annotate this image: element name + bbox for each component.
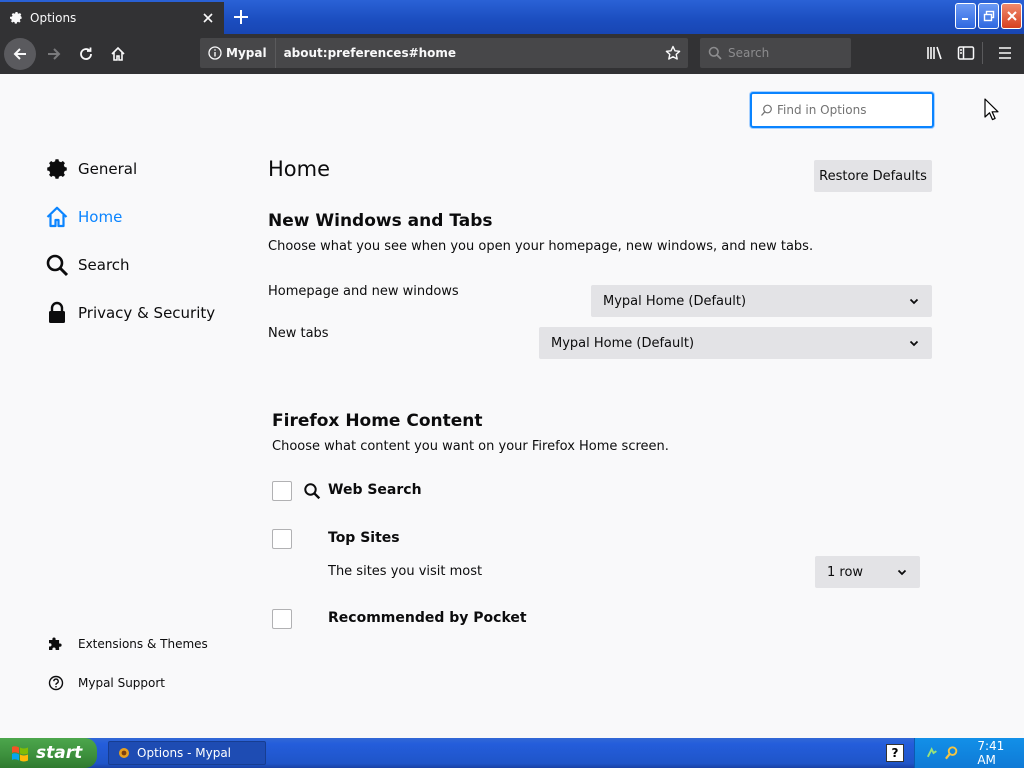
mypal-support-link[interactable]: Mypal Support — [46, 673, 165, 693]
minimize-button[interactable] — [955, 3, 976, 29]
windows-logo-icon — [12, 746, 28, 762]
search-bar[interactable]: Search — [700, 38, 851, 68]
new-tabs-select-value: Mypal Home (Default) — [551, 335, 695, 351]
category-search[interactable]: Search — [44, 250, 130, 280]
back-arrow-icon — [13, 48, 26, 60]
top-sites-description: The sites you visit most — [328, 564, 483, 579]
tab-strip: Options — [0, 0, 1024, 34]
pocket-checkbox[interactable] — [272, 609, 292, 629]
reload-icon — [80, 47, 92, 60]
taskbar-item-label: Options - Mypal — [137, 746, 232, 760]
find-in-options-input[interactable]: Find in Options — [750, 92, 934, 128]
hamburger-menu-icon — [999, 47, 1011, 59]
category-label: Privacy & Security — [78, 304, 216, 322]
chevron-down-icon — [909, 298, 919, 305]
restore-defaults-button[interactable]: Restore Defaults — [814, 160, 932, 192]
tab-title: Options — [30, 11, 77, 25]
library-icon — [927, 46, 942, 60]
mypal-app-icon — [119, 748, 129, 758]
help-circle-icon — [46, 673, 66, 693]
web-search-label[interactable]: Web Search — [328, 482, 422, 498]
mouse-cursor-icon — [984, 98, 999, 121]
category-general[interactable]: General — [44, 154, 137, 184]
help-icon[interactable]: ? — [886, 744, 904, 762]
category-home[interactable]: Home — [44, 202, 122, 232]
bookmark-star-button[interactable] — [658, 38, 688, 68]
plus-icon — [234, 10, 248, 24]
homepage-select-value: Mypal Home (Default) — [603, 293, 747, 309]
network-icon[interactable] — [925, 745, 940, 761]
category-label: General — [78, 160, 138, 178]
library-button[interactable] — [920, 38, 950, 68]
pocket-label[interactable]: Recommended by Pocket — [328, 610, 527, 626]
new-tabs-select[interactable]: Mypal Home (Default) — [539, 327, 932, 359]
category-privacy-security[interactable]: Privacy & Security — [44, 298, 215, 328]
gear-icon — [44, 156, 70, 182]
top-sites-rows-select[interactable]: 1 row — [815, 556, 920, 588]
home-content-heading: Firefox Home Content — [272, 411, 483, 431]
top-sites-label[interactable]: Top Sites — [328, 530, 400, 546]
new-tab-button[interactable] — [228, 4, 254, 30]
find-placeholder: Find in Options — [777, 103, 867, 117]
home-button[interactable] — [102, 38, 134, 70]
search-placeholder: Search — [728, 46, 770, 60]
url-bar[interactable]: Mypal about:preferences#home — [200, 38, 688, 68]
restore-icon — [983, 10, 994, 22]
category-label: Home — [78, 208, 123, 226]
site-identity-button[interactable]: Mypal — [200, 38, 276, 68]
identity-label: Mypal — [226, 46, 267, 60]
page-title: Home — [268, 157, 331, 181]
start-label: start — [36, 743, 83, 763]
sidebar-button[interactable] — [951, 38, 981, 68]
close-tab-icon[interactable] — [200, 10, 216, 26]
system-tray: 7:41 AM — [914, 738, 1024, 768]
category-label: Search — [78, 256, 130, 274]
forward-button[interactable] — [38, 38, 70, 70]
puzzle-icon — [46, 634, 66, 654]
reload-button[interactable] — [70, 38, 102, 70]
close-icon — [1006, 11, 1017, 21]
homepage-select[interactable]: Mypal Home (Default) — [591, 285, 932, 317]
open-menu-button[interactable] — [990, 38, 1020, 68]
sidebar-icon — [957, 46, 975, 60]
chevron-down-icon — [897, 569, 907, 576]
extensions-themes-label: Extensions & Themes — [78, 637, 208, 651]
search-icon — [44, 252, 70, 278]
mypal-support-label: Mypal Support — [78, 676, 166, 690]
minimize-icon — [961, 18, 968, 20]
magnifier-tray-icon[interactable] — [944, 745, 959, 761]
star-icon — [665, 45, 681, 60]
chevron-down-icon — [909, 340, 919, 347]
home-content-description: Choose what content you want on your Fir… — [272, 439, 669, 454]
new-windows-tabs-description: Choose what you see when you open your h… — [268, 239, 814, 254]
forward-arrow-icon — [48, 48, 61, 60]
toolbar-divider — [982, 42, 983, 64]
taskbar: start Options - Mypal ? 7:41 AM — [0, 738, 1024, 768]
url-text[interactable]: about:preferences#home — [276, 46, 658, 60]
start-button[interactable]: start — [0, 738, 97, 768]
search-icon — [304, 483, 321, 500]
home-icon — [44, 204, 70, 230]
homepage-label: Homepage and new windows — [268, 284, 459, 299]
new-windows-tabs-heading: New Windows and Tabs — [268, 211, 493, 231]
search-icon — [708, 46, 722, 60]
tab-options[interactable]: Options — [0, 2, 224, 34]
lock-icon — [44, 300, 70, 326]
info-icon — [208, 46, 222, 60]
close-window-button[interactable] — [1001, 3, 1022, 29]
extensions-themes-link[interactable]: Extensions & Themes — [46, 634, 208, 654]
home-icon — [111, 46, 125, 61]
top-sites-rows-value: 1 row — [827, 564, 864, 580]
search-icon — [761, 104, 772, 116]
back-button[interactable] — [4, 38, 36, 70]
top-sites-checkbox[interactable] — [272, 529, 292, 549]
gear-icon — [10, 12, 23, 24]
web-search-checkbox[interactable] — [272, 481, 292, 501]
taskbar-item-mypal[interactable]: Options - Mypal — [108, 741, 266, 765]
restore-button[interactable] — [978, 3, 999, 29]
clock: 7:41 AM — [977, 739, 1005, 767]
new-tabs-label: New tabs — [268, 326, 329, 341]
